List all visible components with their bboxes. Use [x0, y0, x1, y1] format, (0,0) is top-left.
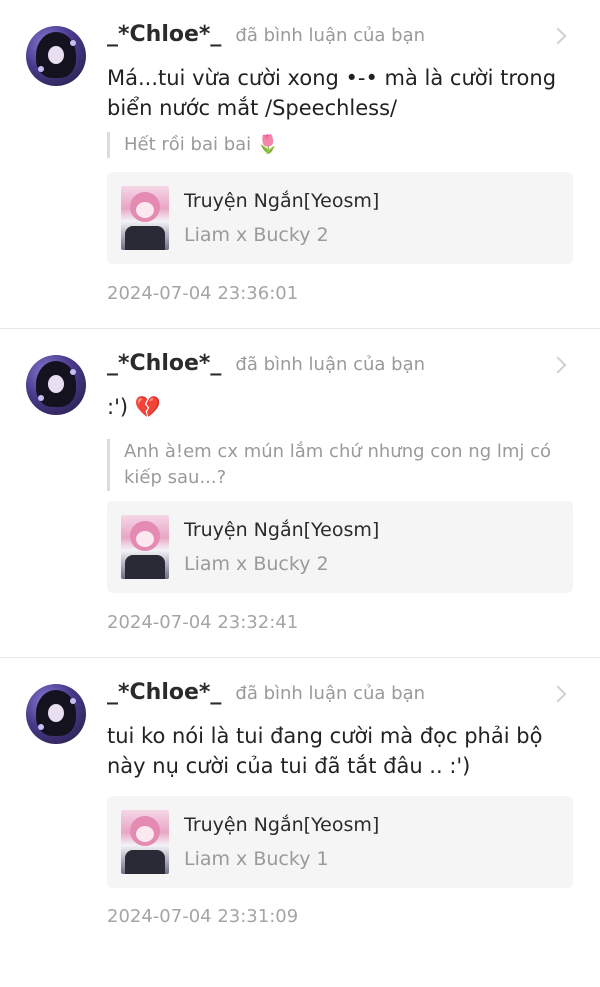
- sparkle-icon: [70, 40, 76, 46]
- avatar-face: [48, 704, 64, 722]
- avatar-face: [48, 375, 64, 393]
- user-avatar[interactable]: [26, 26, 86, 86]
- cover-outfit: [125, 850, 165, 874]
- timestamp: 2024-07-04 23:31:09: [107, 906, 299, 927]
- action-text: đã bình luận của bạn: [235, 683, 426, 704]
- story-card[interactable]: Truyện Ngắn[Yeosm] Liam x Bucky 2: [107, 501, 573, 593]
- story-title: Truyện Ngắn[Yeosm]: [184, 190, 380, 212]
- avatar-face: [48, 46, 64, 64]
- story-card[interactable]: Truyện Ngắn[Yeosm] Liam x Bucky 2: [107, 172, 573, 264]
- username[interactable]: _*Chloe*_: [107, 351, 221, 376]
- notification-item[interactable]: _*Chloe*_ đã bình luận của bạn :') 💔 Anh…: [0, 329, 600, 658]
- action-text: đã bình luận của bạn: [235, 25, 426, 46]
- chevron-right-icon[interactable]: [549, 356, 567, 374]
- story-cover-image: [121, 186, 169, 250]
- story-cover-image: [121, 515, 169, 579]
- cover-face: [136, 826, 154, 842]
- username[interactable]: _*Chloe*_: [107, 680, 221, 705]
- sparkle-icon: [70, 698, 76, 704]
- story-cover-image: [121, 810, 169, 874]
- story-title: Truyện Ngắn[Yeosm]: [184, 519, 380, 541]
- sparkle-icon: [38, 395, 44, 401]
- quoted-comment: Hết rồi bai bai 🌷: [107, 132, 560, 158]
- cover-face: [136, 202, 154, 218]
- chapter-title: Liam x Bucky 2: [184, 553, 329, 575]
- story-title: Truyện Ngắn[Yeosm]: [184, 814, 380, 836]
- user-avatar[interactable]: [26, 355, 86, 415]
- user-avatar[interactable]: [26, 684, 86, 744]
- action-text: đã bình luận của bạn: [235, 354, 426, 375]
- timestamp: 2024-07-04 23:32:41: [107, 612, 299, 633]
- notification-item[interactable]: _*Chloe*_ đã bình luận của bạn Má...tui …: [0, 0, 600, 329]
- story-card[interactable]: Truyện Ngắn[Yeosm] Liam x Bucky 1: [107, 796, 573, 888]
- cover-face: [136, 531, 154, 547]
- notification-header: _*Chloe*_ đã bình luận của bạn: [107, 22, 425, 47]
- comment-text: tui ko nói là tui đang cười mà đọc phải …: [107, 724, 543, 778]
- quoted-comment: Anh à!em cx mún lắm chứ nhưng con ng lmj…: [107, 439, 560, 491]
- cover-outfit: [125, 226, 165, 250]
- sparkle-icon: [38, 724, 44, 730]
- chevron-right-icon[interactable]: [549, 27, 567, 45]
- sparkle-icon: [70, 369, 76, 375]
- chapter-title: Liam x Bucky 2: [184, 224, 329, 246]
- cover-outfit: [125, 555, 165, 579]
- comment-text: Má...tui vừa cười xong •-• mà là cười tr…: [107, 66, 557, 120]
- username[interactable]: _*Chloe*_: [107, 22, 221, 47]
- chevron-right-icon[interactable]: [549, 685, 567, 703]
- chapter-title: Liam x Bucky 1: [184, 848, 329, 870]
- notification-item[interactable]: _*Chloe*_ đã bình luận của bạn tui ko nó…: [0, 658, 600, 987]
- sparkle-icon: [38, 66, 44, 72]
- comment-text: :') 💔: [107, 395, 161, 419]
- notification-header: _*Chloe*_ đã bình luận của bạn: [107, 680, 425, 705]
- timestamp: 2024-07-04 23:36:01: [107, 283, 299, 304]
- notification-header: _*Chloe*_ đã bình luận của bạn: [107, 351, 425, 376]
